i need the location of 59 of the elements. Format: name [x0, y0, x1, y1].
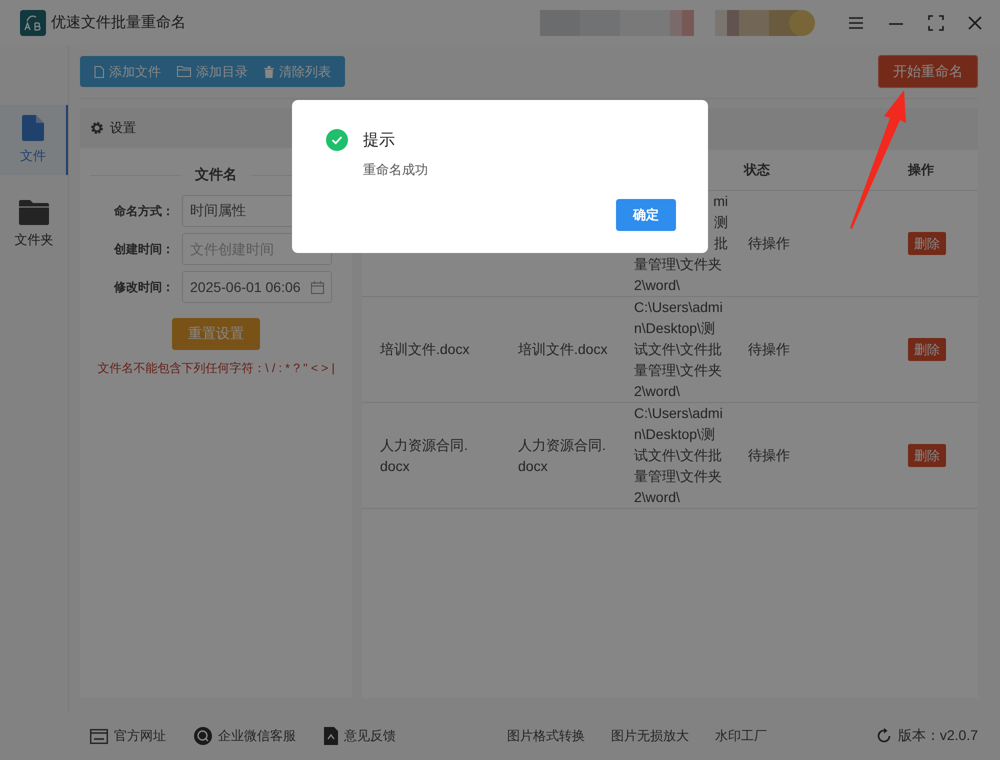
toolbar-button[interactable]: 添加文件: [88, 56, 167, 87]
document-icon: [324, 727, 338, 745]
field-label: 创建时间：: [112, 240, 174, 258]
footer-link[interactable]: 水印工厂: [714, 727, 767, 745]
reset-button[interactable]: 重置设置: [172, 318, 260, 350]
delete-button[interactable]: 删除: [908, 444, 946, 467]
date-field[interactable]: 2025-06-01 06:06: [182, 271, 332, 303]
table-cell-text: 批: [714, 234, 728, 253]
table-cell-text: mi: [713, 192, 728, 211]
settings-icon: [90, 121, 104, 135]
field-label: 命名方式：: [113, 202, 174, 220]
table-cell-text: 待操作: [748, 234, 791, 253]
table-cell-text: C:\Users\admin\Desktop\测试文件\文件批量管理\文件夹2\word\: [634, 404, 724, 507]
dialog-message: 重命名成功: [363, 161, 429, 179]
refresh-icon: [876, 728, 892, 744]
table-cell-text: 2\word\: [634, 276, 680, 295]
delete-button[interactable]: 删除: [908, 232, 946, 255]
sidebar-item[interactable]: 文件: [0, 105, 68, 175]
sidebar-item[interactable]: 文件夹: [0, 189, 68, 259]
table-cell-text: 待操作: [748, 340, 791, 359]
column-header: 操作: [906, 161, 935, 179]
table-cell-text: C:\Users\admin\Desktop\测试文件\文件批量管理\文件夹2\word\: [634, 298, 724, 401]
folder-icon: [19, 199, 49, 225]
app-logo-icon: [20, 10, 46, 36]
field-label: 修改时间：: [112, 278, 174, 296]
web-icon: [90, 728, 108, 744]
start-rename-button[interactable]: 开始重命名: [878, 55, 978, 88]
table-cell-text: 测: [714, 213, 728, 232]
toolbar-button[interactable]: 添加目录: [171, 56, 254, 87]
table-cell-text: 量管理\文件夹: [634, 255, 722, 274]
window-title: 优速文件批量重命名: [51, 13, 186, 32]
footer-link[interactable]: 图片无损放大: [610, 727, 689, 745]
dialog-title: 提示: [363, 130, 395, 150]
table-cell-text: 人力资源合同.docx: [380, 436, 469, 476]
close-icon[interactable]: [968, 16, 982, 30]
trash-icon: [264, 66, 274, 78]
column-header: 状态: [742, 161, 771, 179]
toolbar-button[interactable]: 清除列表: [258, 56, 337, 87]
file-icon: [22, 115, 44, 141]
file-icon: [94, 66, 104, 78]
table-cell-text: 培训文件.docx: [518, 340, 608, 359]
footer-link[interactable]: 意见反馈: [324, 727, 396, 745]
table-cell-text: 培训文件.docx: [380, 340, 470, 359]
calendar-icon: [311, 280, 324, 294]
footer-link[interactable]: 企业微信客服: [194, 727, 296, 745]
section-title: 文件名: [195, 166, 237, 184]
table-cell-text: 待操作: [748, 446, 791, 465]
confirm-button[interactable]: 确定: [616, 199, 676, 231]
maximize-icon[interactable]: [928, 14, 944, 30]
folder-icon: [177, 66, 191, 77]
version-text: 版本：v2.0.7: [898, 727, 978, 745]
footer-link[interactable]: 官方网址: [90, 727, 166, 745]
panel-title: 设置: [110, 119, 136, 137]
table-cell-text: 人力资源合同.docx: [518, 436, 607, 476]
warning-text: 文件名不能包含下列任何字符：\ / : * ? " < > |: [97, 360, 335, 377]
success-icon: [326, 129, 348, 151]
footer-link[interactable]: 图片格式转换: [506, 727, 585, 745]
menu-icon[interactable]: [848, 16, 864, 30]
delete-button[interactable]: 删除: [908, 338, 946, 361]
